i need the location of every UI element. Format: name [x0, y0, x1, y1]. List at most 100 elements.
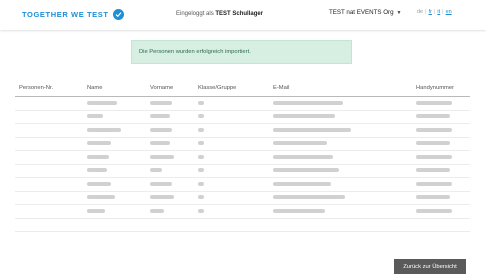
redacted-value: [416, 195, 450, 200]
brand-logo[interactable]: TOGETHER WE TEST: [22, 9, 124, 20]
table-cell-phone: [412, 191, 470, 205]
redacted-value: [273, 181, 331, 186]
table-cell-id: [15, 177, 83, 192]
redacted-value: [273, 141, 327, 146]
redacted-value: [198, 154, 204, 159]
table-cell-id: [15, 96, 83, 111]
organisation-name: TEST nat EVENTS Org: [329, 9, 394, 16]
redacted-value: [416, 208, 452, 213]
brand-name: TOGETHER WE TEST: [22, 10, 109, 19]
redacted-value: [273, 127, 351, 132]
table-row: [15, 191, 470, 205]
table-cell-class: [194, 204, 269, 219]
table-cell-name: [83, 137, 146, 151]
table-cell-name: [83, 191, 146, 205]
table-cell-class: [194, 110, 269, 124]
language-fr[interactable]: fr: [429, 9, 432, 15]
column-header-class: Klasse/Gruppe: [194, 82, 269, 97]
table-cell-email: [269, 150, 412, 165]
table-cell-email: [269, 96, 412, 111]
table-cell-phone: [412, 164, 470, 178]
redacted-value: [87, 208, 105, 213]
table-cell-class: [194, 150, 269, 165]
top-header: TOGETHER WE TEST Eingeloggt als TEST Sch…: [0, 0, 486, 30]
back-to-overview-button[interactable]: Zurück zur Übersicht: [394, 259, 466, 274]
table-cell-email: [269, 218, 412, 232]
table-row: [15, 110, 470, 124]
redacted-value: [273, 168, 339, 173]
table-row: [15, 123, 470, 138]
redacted-value: [416, 127, 452, 132]
table-cell-class: [194, 177, 269, 192]
table-cell-phone: [412, 150, 470, 165]
redacted-value: [198, 208, 204, 213]
column-header-email: E-Mail: [269, 82, 412, 97]
table-cell-name: [83, 218, 146, 232]
table-cell-name: [83, 110, 146, 124]
column-header-phone: Handynummer: [412, 82, 470, 97]
table-cell-class: [194, 96, 269, 111]
table-cell-id: [15, 164, 83, 178]
table-cell-phone: [412, 177, 470, 192]
redacted-value: [150, 141, 170, 146]
redacted-value: [416, 154, 452, 159]
redacted-value: [416, 114, 450, 119]
redacted-value: [198, 127, 204, 132]
language-switcher: de | fr | it | en: [417, 9, 452, 15]
table-cell-email: [269, 177, 412, 192]
redacted-value: [150, 181, 172, 186]
table-cell-id: [15, 150, 83, 165]
redacted-value: [273, 208, 325, 213]
table-cell-phone: [412, 123, 470, 138]
redacted-value: [87, 154, 109, 159]
table-cell-name: [83, 123, 146, 138]
logged-in-prefix: Eingeloggt als: [176, 11, 214, 17]
table-cell-email: [269, 137, 412, 151]
redacted-value: [198, 100, 204, 105]
table-cell-class: [194, 137, 269, 151]
table-row: [15, 218, 470, 232]
language-it[interactable]: it: [437, 9, 440, 15]
redacted-value: [198, 114, 204, 119]
table-cell-class: [194, 164, 269, 178]
redacted-value: [198, 181, 204, 186]
table-cell-firstname: [146, 150, 194, 165]
language-en[interactable]: en: [446, 9, 452, 15]
table-row: [15, 150, 470, 165]
redacted-value: [150, 127, 172, 132]
language-separator: |: [425, 9, 427, 15]
redacted-value: [87, 181, 111, 186]
table-row: [15, 177, 470, 192]
column-header-person-number: Personen-Nr.: [15, 82, 83, 97]
redacted-value: [150, 154, 174, 159]
table-cell-firstname: [146, 123, 194, 138]
table-cell-id: [15, 137, 83, 151]
table-cell-name: [83, 204, 146, 219]
redacted-value: [416, 100, 452, 105]
table-cell-phone: [412, 137, 470, 151]
check-circle-icon: [112, 9, 124, 20]
redacted-value: [87, 100, 117, 105]
redacted-value: [273, 100, 343, 105]
table-cell-id: [15, 110, 83, 124]
language-separator: |: [433, 9, 436, 15]
table-cell-email: [269, 191, 412, 205]
table-row: [15, 137, 470, 151]
table-cell-phone: [412, 96, 470, 111]
logged-in-user: TEST Schullager: [215, 11, 264, 17]
table-cell-firstname: [146, 204, 194, 219]
redacted-value: [87, 195, 115, 200]
table-cell-firstname: [146, 177, 194, 192]
redacted-value: [150, 114, 170, 119]
redacted-value: [87, 114, 103, 119]
language-de[interactable]: de: [417, 9, 423, 15]
column-header-firstname: Vorname: [146, 82, 194, 97]
table-cell-class: [194, 191, 269, 205]
column-header-name: Name: [83, 82, 146, 97]
table-cell-firstname: [146, 110, 194, 124]
table-cell-email: [269, 204, 412, 219]
table-cell-email: [269, 164, 412, 178]
table-cell-id: [15, 191, 83, 205]
language-separator: |: [442, 9, 444, 15]
organisation-select[interactable]: TEST nat EVENTS Org ▼: [329, 9, 401, 16]
